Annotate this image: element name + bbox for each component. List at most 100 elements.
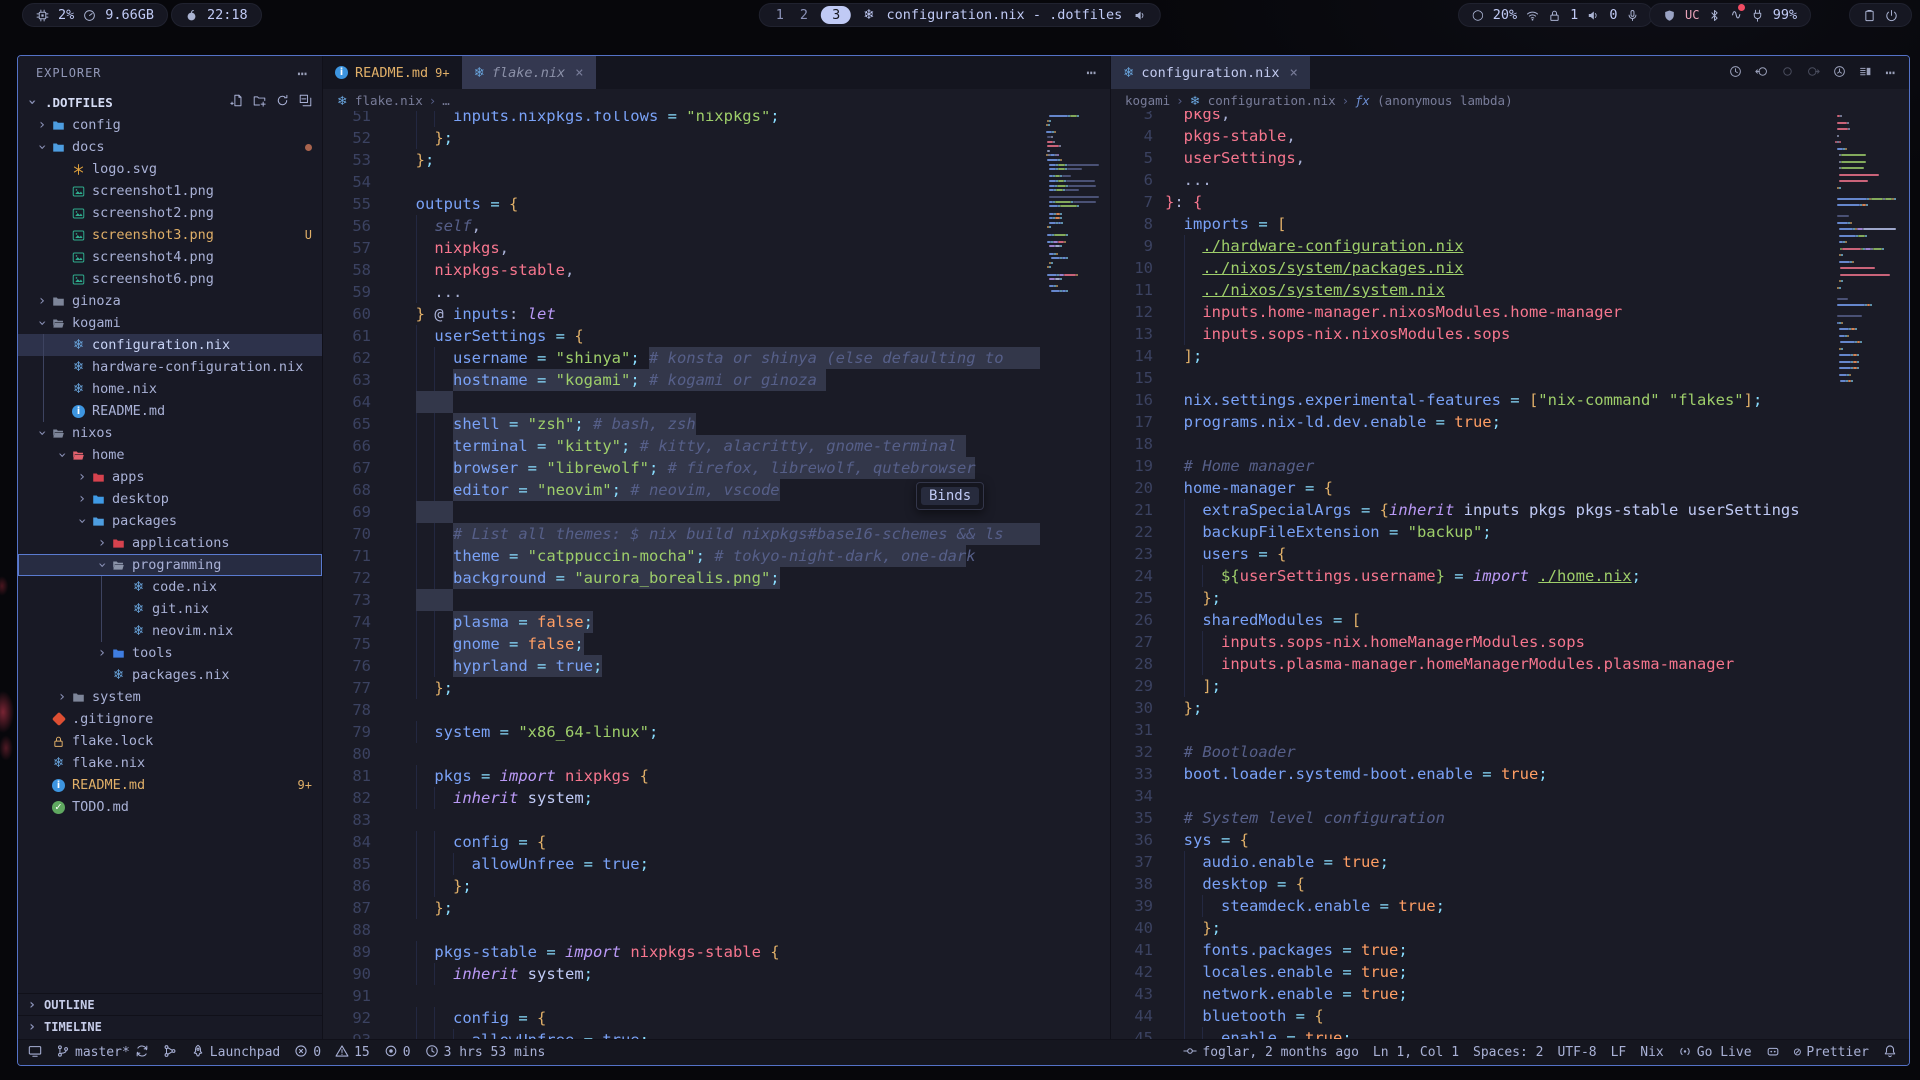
tree-item-hardware-configuration.nix[interactable]: ❄hardware-configuration.nix <box>18 356 322 378</box>
tree-item-screenshot6.png[interactable]: screenshot6.png <box>18 268 322 290</box>
workspace-3[interactable]: 3 <box>821 6 851 24</box>
tree-item-packages.nix[interactable]: ❄packages.nix <box>18 664 322 686</box>
tree-item-applications[interactable]: ›applications <box>18 532 322 554</box>
tab-configuration.nix[interactable]: ❄configuration.nix× <box>1111 56 1310 89</box>
tree-item-home.nix[interactable]: ❄home.nix <box>18 378 322 400</box>
breadcrumb-left[interactable]: ❄ flake.nix›… <box>323 89 1110 111</box>
code-line: 93 allowUnfree = true; <box>323 1029 1040 1039</box>
image-file-icon <box>70 229 87 242</box>
status-copilot-icon[interactable] <box>1766 1044 1780 1062</box>
outline-section[interactable]: ›OUTLINE <box>18 993 322 1015</box>
folder-icon <box>90 515 107 528</box>
open-changes-icon[interactable] <box>1859 63 1872 82</box>
collapse-folders-icon[interactable] <box>299 94 312 110</box>
system-stats-pill[interactable]: 2% 9.66GB <box>22 3 168 27</box>
minimap-right[interactable] <box>1831 111 1909 1039</box>
status-radio-tower-icon[interactable]: 0 <box>384 1044 411 1062</box>
workspace-1[interactable]: 1 <box>773 7 787 23</box>
tree-item-logo.svg[interactable]: logo.svg <box>18 158 322 180</box>
more-actions-icon[interactable]: ⋯ <box>1885 63 1895 82</box>
tree-item-neovim.nix[interactable]: ❄neovim.nix <box>18 620 322 642</box>
status-git-branch-icon[interactable]: master* <box>56 1044 149 1062</box>
status-broadcast-icon[interactable]: Go Live <box>1678 1044 1752 1062</box>
tree-item-tools[interactable]: ›tools <box>18 642 322 664</box>
close-tab-icon[interactable]: × <box>1289 65 1297 81</box>
tree-item-flake.lock[interactable]: flake.lock <box>18 730 322 752</box>
history-icon[interactable] <box>1729 63 1742 82</box>
line-number: 4 <box>1111 125 1153 147</box>
status-nix[interactable]: Nix <box>1640 1045 1663 1060</box>
tree-item-git.nix[interactable]: ❄git.nix <box>18 598 322 620</box>
status-spaces-2[interactable]: Spaces: 2 <box>1473 1045 1543 1060</box>
tree-item-flake.nix[interactable]: ❄flake.nix <box>18 752 322 774</box>
status-commit-graph-icon[interactable] <box>163 1044 177 1062</box>
tree-item-apps[interactable]: ›apps <box>18 466 322 488</box>
status-lf[interactable]: LF <box>1611 1045 1627 1060</box>
status-utf-8[interactable]: UTF-8 <box>1557 1045 1596 1060</box>
tree-item-screenshot4.png[interactable]: screenshot4.png <box>18 246 322 268</box>
tab-readme.md[interactable]: iREADME.md9+ <box>323 56 462 89</box>
breadcrumb-item[interactable]: … <box>442 93 450 108</box>
tree-item-docs[interactable]: ›docs <box>18 136 322 158</box>
quick-settings-pill[interactable]: ○ 20% 1 0 <box>1458 3 1653 27</box>
status-errors-icon[interactable]: 0 <box>294 1044 321 1062</box>
status-prettier-icon[interactable]: ⊘Prettier <box>1794 1045 1869 1060</box>
status-warnings-icon[interactable]: 15 <box>335 1044 370 1062</box>
tree-item-packages[interactable]: ›packages <box>18 510 322 532</box>
new-folder-icon[interactable] <box>253 94 266 110</box>
tree-item-screenshot3.png[interactable]: screenshot3.pngU <box>18 224 322 246</box>
workspace-2[interactable]: 2 <box>797 7 811 23</box>
breadcrumb-item[interactable]: ❄ flake.nix <box>337 93 423 108</box>
code-line: 83 <box>323 809 1040 831</box>
code-line: 53 }; <box>323 149 1040 171</box>
code-line: 65 shell = "zsh"; # bash, zsh <box>323 413 1040 435</box>
breadcrumb-item[interactable]: kogami <box>1125 93 1170 108</box>
code-line: 82 inherit system; <box>323 787 1040 809</box>
editor-flake-nix[interactable]: 51 inputs.nixpkgs.follows = "nixpkgs";52… <box>323 111 1040 1039</box>
tree-item-todo.md[interactable]: ✓TODO.md <box>18 796 322 818</box>
close-tab-icon[interactable]: × <box>575 65 583 81</box>
timeline-section[interactable]: ›TIMELINE <box>18 1015 322 1037</box>
new-file-icon[interactable] <box>230 94 243 110</box>
breadcrumb-right[interactable]: kogami›❄ configuration.nix›ƒx (anonymous… <box>1111 89 1909 111</box>
refresh-explorer-icon[interactable] <box>276 94 289 110</box>
tree-item-readme.md[interactable]: iREADME.md <box>18 400 322 422</box>
clock-pill[interactable]: 22:18 <box>171 3 262 27</box>
workspace-root-row[interactable]: › .DOTFILES <box>18 90 322 114</box>
info-file-icon: i <box>335 66 348 79</box>
tree-item-.gitignore[interactable]: .gitignore <box>18 708 322 730</box>
minimap-left[interactable] <box>1040 111 1110 1039</box>
tab-flake.nix[interactable]: ❄flake.nix× <box>462 56 596 89</box>
next-change-circle-icon[interactable] <box>1807 63 1820 82</box>
explorer-more-actions-icon[interactable]: ⋯ <box>297 64 308 83</box>
tree-item-programming[interactable]: ›programming <box>18 554 322 576</box>
change-circle-icon[interactable] <box>1781 63 1794 82</box>
tree-item-kogami[interactable]: ›kogami <box>18 312 322 334</box>
status-remote-icon[interactable] <box>28 1044 42 1062</box>
tree-item-code.nix[interactable]: ❄code.nix <box>18 576 322 598</box>
tree-item-configuration.nix[interactable]: ❄configuration.nix <box>18 334 322 356</box>
gitlens-graph-icon[interactable] <box>1833 63 1846 82</box>
breadcrumb-item[interactable]: ❄ configuration.nix <box>1190 93 1336 108</box>
system-tray-pill[interactable]: UC ∿ 99% <box>1649 3 1811 27</box>
status-bell-icon[interactable] <box>1883 1044 1897 1062</box>
status-commit-icon[interactable]: foglar, 2 months ago <box>1183 1044 1359 1062</box>
session-pill[interactable] <box>1849 3 1912 27</box>
tree-item-nixos[interactable]: ›nixos <box>18 422 322 444</box>
tree-item-screenshot1.png[interactable]: screenshot1.png <box>18 180 322 202</box>
status-rocket-icon[interactable]: Launchpad <box>191 1044 280 1062</box>
status-clock-icon[interactable]: 3 hrs 53 mins <box>425 1044 546 1062</box>
tree-item-home[interactable]: ›home <box>18 444 322 466</box>
more-actions-icon[interactable]: ⋯ <box>1086 63 1096 82</box>
tree-item-screenshot2.png[interactable]: screenshot2.png <box>18 202 322 224</box>
tree-item-ginoza[interactable]: ›ginoza <box>18 290 322 312</box>
tree-item-desktop[interactable]: ›desktop <box>18 488 322 510</box>
tree-item-system[interactable]: ›system <box>18 686 322 708</box>
line-number: 86 <box>323 875 371 897</box>
breadcrumb-item[interactable]: ƒx (anonymous lambda) <box>1355 93 1512 108</box>
prev-change-icon[interactable] <box>1755 63 1768 82</box>
status-ln-1-col-1[interactable]: Ln 1, Col 1 <box>1373 1045 1459 1060</box>
tree-item-readme.md[interactable]: iREADME.md9+ <box>18 774 322 796</box>
editor-configuration-nix[interactable]: 3 pkgs,4 pkgs-stable,5 userSettings,6 ..… <box>1111 111 1831 1039</box>
tree-item-config[interactable]: ›config <box>18 114 322 136</box>
